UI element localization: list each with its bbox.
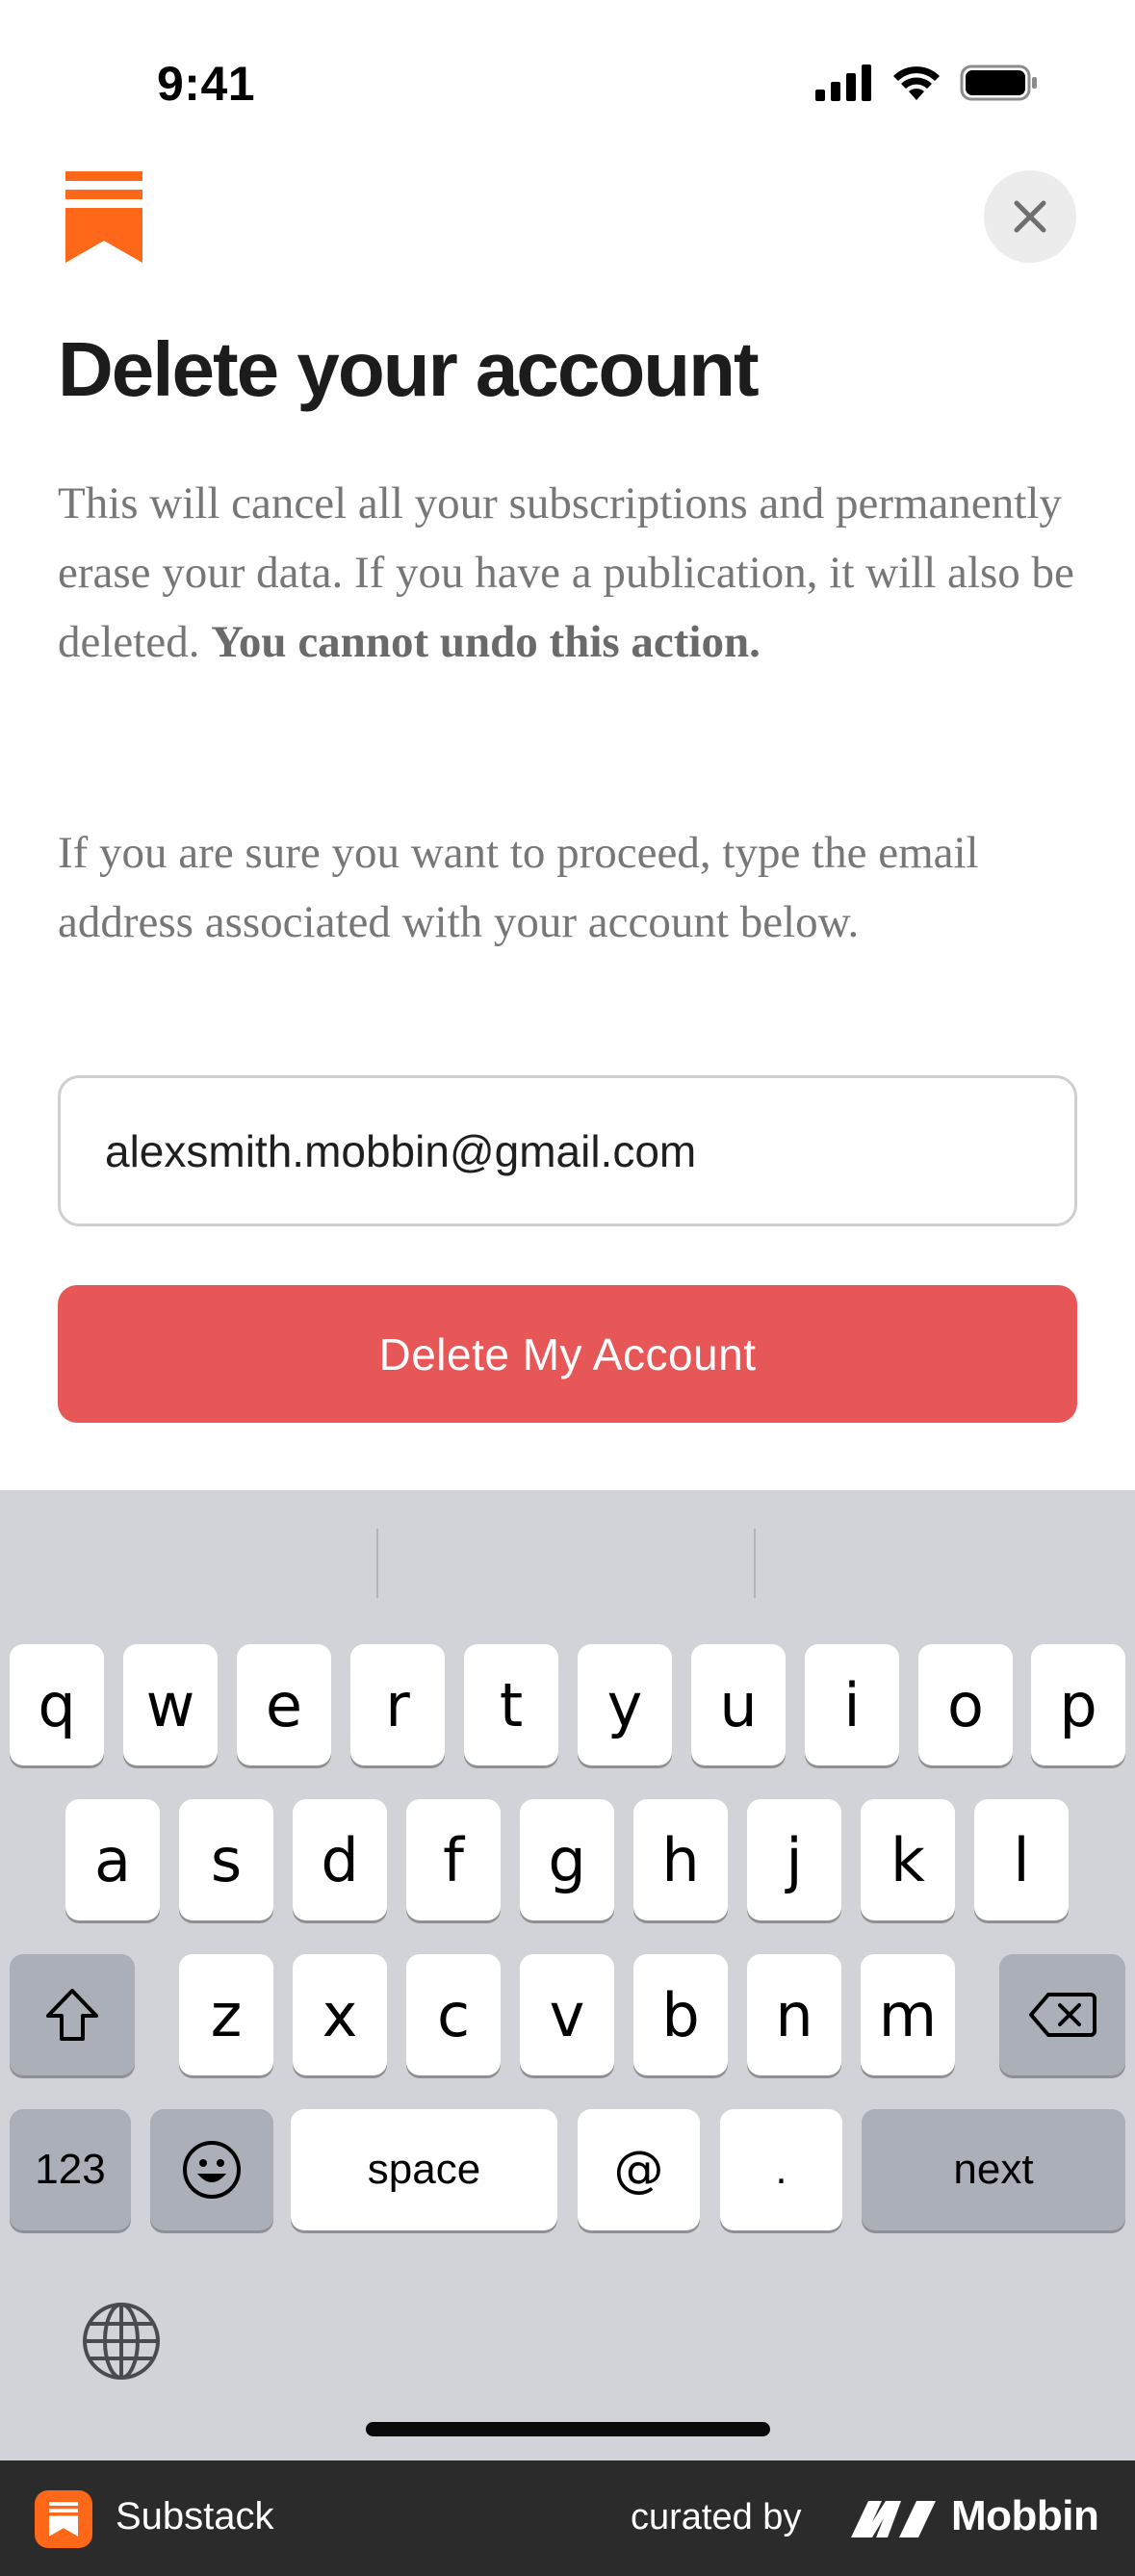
- key-x[interactable]: x: [293, 1954, 387, 2075]
- key-n[interactable]: n: [747, 1954, 841, 2075]
- next-key[interactable]: next: [862, 2109, 1125, 2230]
- key-y[interactable]: y: [578, 1644, 672, 1765]
- substack-logo-icon: [49, 2502, 78, 2537]
- home-indicator: [366, 2422, 770, 2436]
- key-v[interactable]: v: [520, 1954, 614, 2075]
- substack-logo-icon: [65, 171, 142, 263]
- delete-account-button[interactable]: Delete My Account: [58, 1285, 1077, 1423]
- key-b[interactable]: b: [633, 1954, 728, 2075]
- key-c[interactable]: c: [406, 1954, 501, 2075]
- email-field[interactable]: alexsmith.mobbin@gmail.com: [58, 1075, 1077, 1226]
- backspace-key[interactable]: [999, 1954, 1125, 2075]
- key-s[interactable]: s: [179, 1799, 273, 1920]
- wifi-icon: [893, 66, 940, 100]
- key-j[interactable]: j: [747, 1799, 841, 1920]
- close-icon: [1014, 200, 1046, 233]
- status-bar: 9:41: [0, 0, 1135, 144]
- dot-key[interactable]: .: [720, 2109, 842, 2230]
- suggestion-divider: [376, 1529, 378, 1598]
- key-t[interactable]: t: [464, 1644, 558, 1765]
- key-r[interactable]: r: [350, 1644, 445, 1765]
- key-d[interactable]: d: [293, 1799, 387, 1920]
- instruction-text: If you are sure you want to proceed, typ…: [58, 828, 979, 947]
- key-u[interactable]: u: [691, 1644, 786, 1765]
- app-name: Substack: [116, 2495, 274, 2537]
- brand-name: Mobbin: [951, 2492, 1099, 2539]
- key-e[interactable]: e: [237, 1644, 331, 1765]
- key-w[interactable]: w: [123, 1644, 218, 1765]
- key-f[interactable]: f: [406, 1799, 501, 1920]
- warning-text: This will cancel all your subscriptions …: [58, 469, 1078, 677]
- curated-by-label: curated by: [631, 2497, 802, 2537]
- shift-key[interactable]: [10, 1954, 135, 2075]
- key-k[interactable]: k: [861, 1799, 955, 1920]
- attribution-bar: Substack curated by Mobbin: [0, 2460, 1135, 2576]
- mobbin-logo-icon: [851, 2501, 936, 2537]
- cellular-signal-icon: [815, 64, 871, 101]
- substack-app-icon: [35, 2490, 92, 2548]
- at-key[interactable]: @: [578, 2109, 700, 2230]
- warning-emphasis: You cannot undo this action.: [211, 617, 761, 667]
- key-o[interactable]: o: [918, 1644, 1013, 1765]
- keyboard: q w e r t y u i o p a s d f g h j k l z …: [0, 1490, 1135, 2460]
- key-p[interactable]: p: [1031, 1644, 1125, 1765]
- close-button[interactable]: [984, 170, 1076, 263]
- battery-icon: [960, 64, 1037, 101]
- key-a[interactable]: a: [65, 1799, 160, 1920]
- key-l[interactable]: l: [974, 1799, 1069, 1920]
- status-icons: [815, 64, 1039, 102]
- key-h[interactable]: h: [633, 1799, 728, 1920]
- key-i[interactable]: i: [805, 1644, 899, 1765]
- status-time: 9:41: [157, 57, 256, 111]
- key-q[interactable]: q: [10, 1644, 104, 1765]
- backspace-icon: [1028, 1993, 1096, 2037]
- space-key[interactable]: space: [291, 2109, 557, 2230]
- key-z[interactable]: z: [179, 1954, 273, 2075]
- key-m[interactable]: m: [861, 1954, 955, 2075]
- key-g[interactable]: g: [520, 1799, 614, 1920]
- emoji-icon: [183, 2141, 241, 2199]
- numbers-key[interactable]: 123: [10, 2109, 131, 2230]
- shift-icon: [46, 1989, 98, 2041]
- globe-icon[interactable]: [81, 2301, 162, 2382]
- emoji-key[interactable]: [150, 2109, 273, 2230]
- page-title: Delete your account: [58, 326, 760, 412]
- suggestion-divider: [754, 1529, 756, 1598]
